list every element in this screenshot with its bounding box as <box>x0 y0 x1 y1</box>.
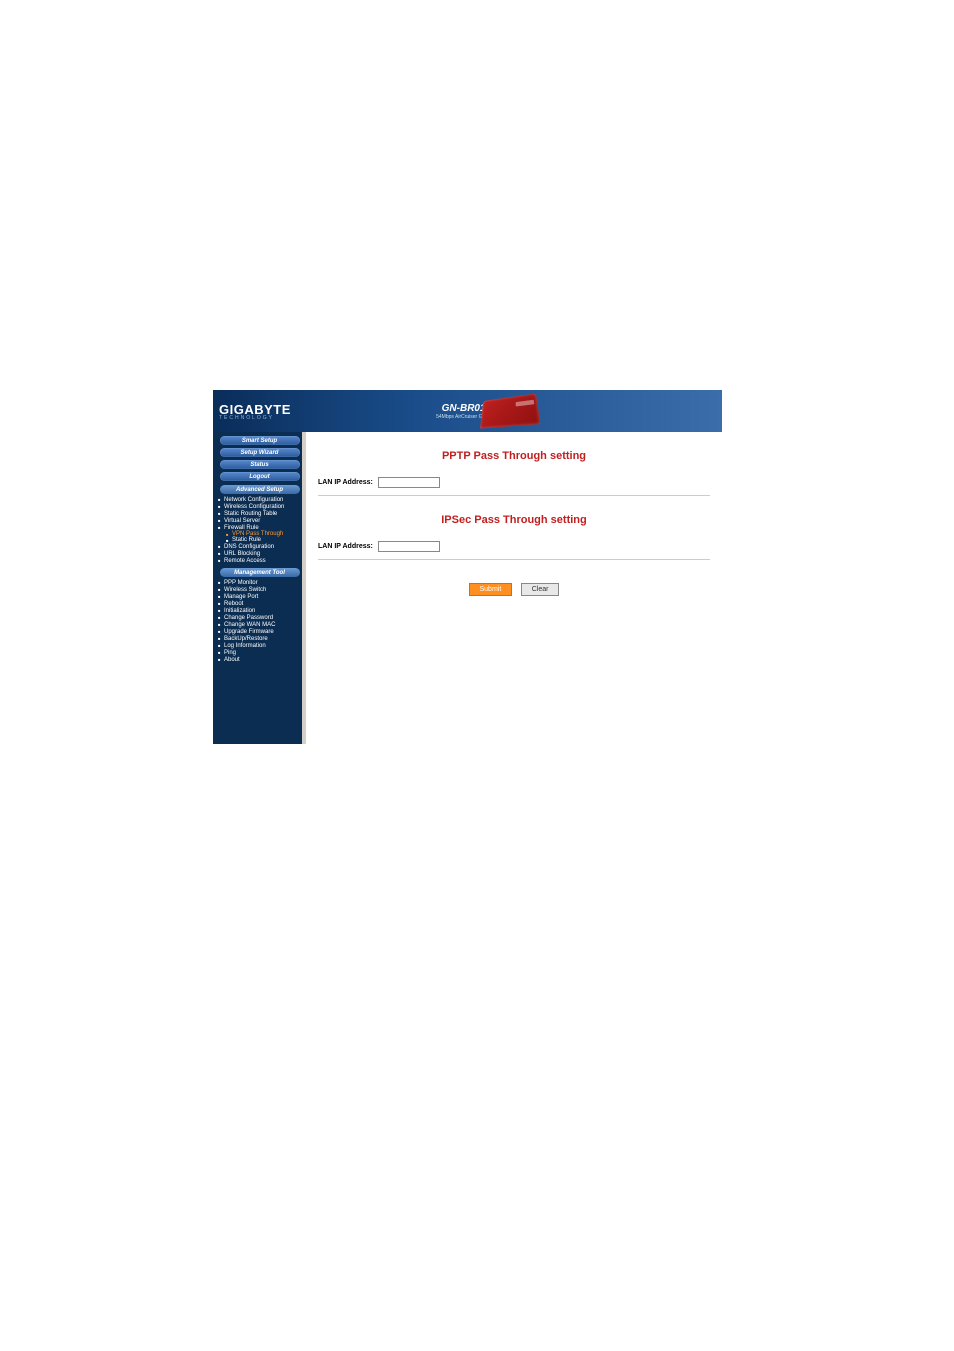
smart-setup-button[interactable]: Smart Setup <box>220 436 300 445</box>
router-image <box>480 393 540 428</box>
nav-reboot[interactable]: Reboot <box>216 600 303 607</box>
button-row: Submit Clear <box>318 578 710 596</box>
nav-about[interactable]: About <box>216 656 303 663</box>
nav-virtual-server[interactable]: Virtual Server <box>216 517 303 524</box>
header-bar: GIGABYTE TECHNOLOGY GN-BR01G 54Mbps AirC… <box>213 390 722 432</box>
ipsec-form-row: LAN IP Address: <box>318 538 710 555</box>
nav-network-config[interactable]: Network Configuration <box>216 496 303 503</box>
nav-static-routing[interactable]: Static Routing Table <box>216 510 303 517</box>
clear-button[interactable]: Clear <box>521 583 560 596</box>
pptp-lan-ip-label: LAN IP Address: <box>318 479 378 486</box>
nav-log-info[interactable]: Log Information <box>216 642 303 649</box>
advanced-setup-header: Advanced Setup <box>220 485 300 494</box>
nav-wireless-switch[interactable]: Wireless Switch <box>216 586 303 593</box>
scroll-up-icon[interactable]: ▴ <box>302 432 306 438</box>
nav-change-wan-mac[interactable]: Change WAN MAC <box>216 621 303 628</box>
main-layout: ▴ Smart Setup Setup Wizard Status Logout… <box>213 432 722 744</box>
nav-remote-access[interactable]: Remote Access <box>216 557 303 564</box>
ipsec-lan-ip-label: LAN IP Address: <box>318 543 378 550</box>
divider <box>318 495 710 496</box>
status-button[interactable]: Status <box>220 460 300 469</box>
management-tool-header: Management Tool <box>220 568 300 577</box>
sidebar: ▴ Smart Setup Setup Wizard Status Logout… <box>213 432 306 744</box>
ipsec-section-title: IPSec Pass Through setting <box>318 514 710 526</box>
submit-button[interactable]: Submit <box>469 583 513 596</box>
brand-logo: GIGABYTE TECHNOLOGY <box>213 402 291 421</box>
nav-url-blocking[interactable]: URL Blocking <box>216 550 303 557</box>
router-admin-page: GIGABYTE TECHNOLOGY GN-BR01G 54Mbps AirC… <box>213 390 722 744</box>
nav-dns-config[interactable]: DNS Configuration <box>216 543 303 550</box>
nav-backup-restore[interactable]: BackUp/Restore <box>216 635 303 642</box>
nav-change-password[interactable]: Change Password <box>216 614 303 621</box>
pptp-section-title: PPTP Pass Through setting <box>318 450 710 462</box>
divider <box>318 559 710 560</box>
pptp-form-row: LAN IP Address: <box>318 474 710 491</box>
setup-wizard-button[interactable]: Setup Wizard <box>220 448 300 457</box>
scroll-down-icon[interactable]: ▾ <box>302 738 306 744</box>
nav-wireless-config[interactable]: Wireless Configuration <box>216 503 303 510</box>
nav-firewall-rule[interactable]: Firewall Rule <box>216 524 303 531</box>
nav-ping[interactable]: Ping <box>216 649 303 656</box>
content-area: PPTP Pass Through setting LAN IP Address… <box>306 432 722 744</box>
pptp-lan-ip-input[interactable] <box>378 477 440 488</box>
ipsec-lan-ip-input[interactable] <box>378 541 440 552</box>
logout-button[interactable]: Logout <box>220 472 300 481</box>
nav-upgrade-firmware[interactable]: Upgrade Firmware <box>216 628 303 635</box>
nav-initialization[interactable]: Initialization <box>216 607 303 614</box>
nav-manage-port[interactable]: Manage Port <box>216 593 303 600</box>
nav-ppp-monitor[interactable]: PPP Monitor <box>216 579 303 586</box>
